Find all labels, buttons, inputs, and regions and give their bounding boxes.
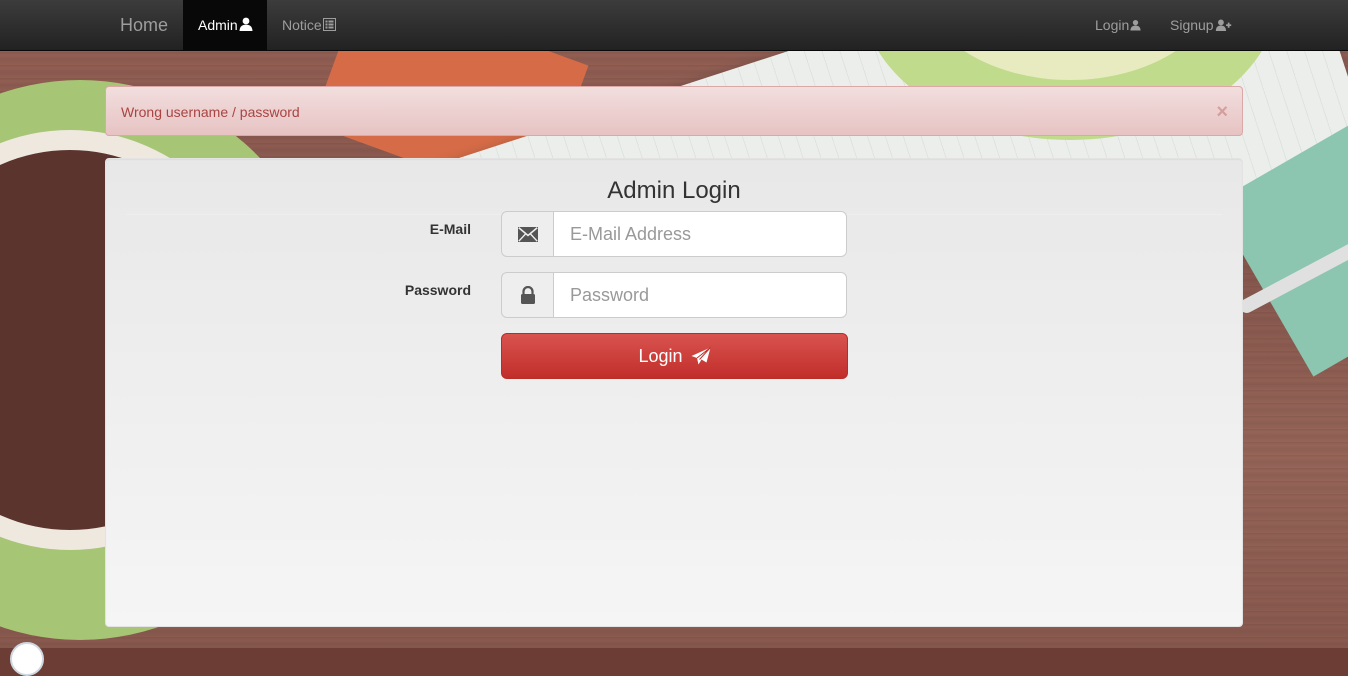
list-icon: [322, 18, 336, 31]
email-field[interactable]: [553, 211, 847, 257]
lock-icon: [501, 272, 553, 318]
nav-notice-label: Notice: [282, 17, 322, 33]
nav-login-label: Login: [1095, 17, 1130, 33]
nav-admin-label: Admin: [198, 17, 238, 33]
navbar: Home Admin Notice Login Signup: [0, 0, 1348, 51]
user-icon: [239, 17, 253, 31]
nav-admin[interactable]: Admin: [183, 0, 267, 50]
nav-signup-label: Signup: [1170, 17, 1214, 33]
email-label: E-Mail: [429, 221, 471, 237]
login-panel: Admin Login E-Mail Password Login: [105, 158, 1243, 627]
nav-login[interactable]: Login: [1080, 0, 1156, 50]
alert-message: Wrong username / password: [121, 104, 300, 120]
envelope-icon: [501, 211, 553, 257]
email-input-group: [501, 211, 847, 257]
password-field[interactable]: [553, 272, 847, 318]
page-title: Admin Login: [607, 177, 741, 204]
user-icon: [1130, 19, 1141, 31]
error-alert: Wrong username / password ×: [105, 86, 1243, 136]
alert-close-button[interactable]: ×: [1216, 87, 1228, 137]
add-user-icon: [1215, 19, 1231, 31]
send-icon: [691, 347, 711, 365]
nav-notice[interactable]: Notice: [267, 0, 351, 50]
corner-widget[interactable]: [10, 642, 44, 676]
login-button-label: Login: [638, 345, 683, 366]
login-button[interactable]: Login: [501, 333, 848, 379]
password-input-group: [501, 272, 847, 318]
password-label: Password: [404, 282, 471, 298]
brand-home-link[interactable]: Home: [104, 0, 184, 50]
nav-signup[interactable]: Signup: [1155, 0, 1247, 50]
